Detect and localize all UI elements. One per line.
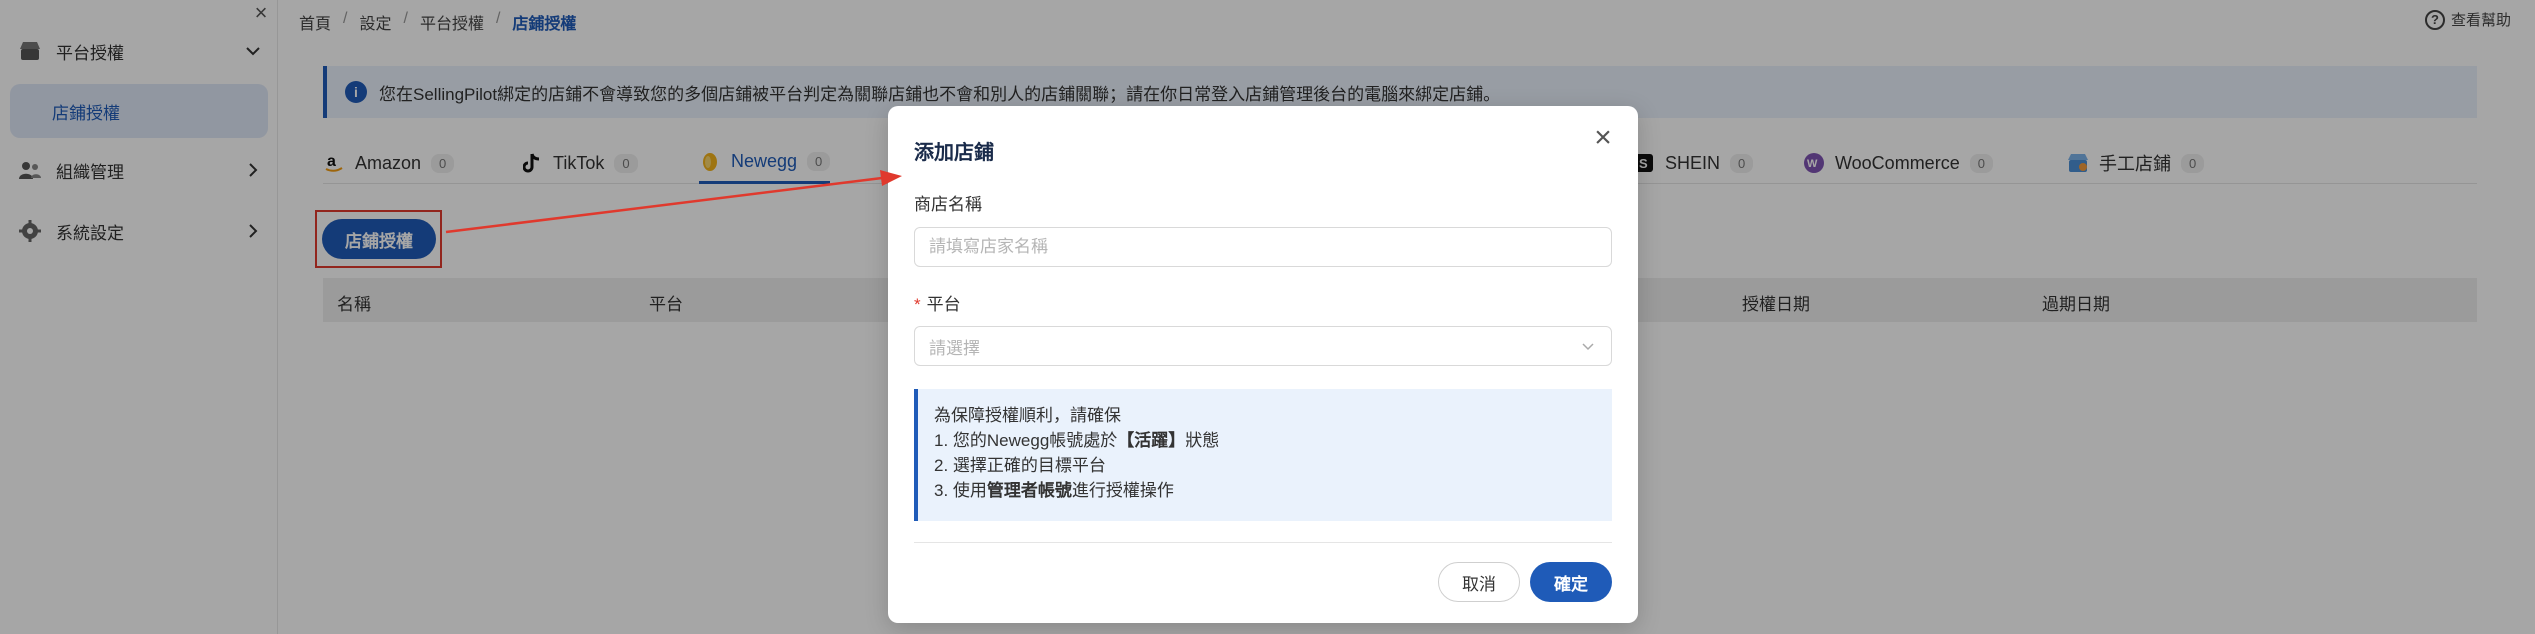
chevron-down-icon	[1582, 343, 1594, 351]
tip-bold: 【活躍】	[1117, 431, 1186, 450]
store-name-label: 商店名稱	[914, 195, 982, 214]
store-name-input[interactable]	[914, 227, 1612, 267]
add-store-dialog: 添加店鋪 × 商店名稱 * 平台 請選擇 為保障授權順利，請確保 1. 您的New…	[888, 106, 1638, 623]
platform-select-placeholder: 請選擇	[929, 338, 980, 358]
platform-label: * 平台	[914, 290, 961, 315]
dialog-title: 添加店鋪	[914, 142, 994, 164]
tips-box: 為保障授權順利，請確保 1. 您的Newegg帳號處於【活躍】狀態 2. 選擇正…	[914, 389, 1612, 521]
tip-text: 狀態	[1185, 431, 1220, 450]
cancel-button[interactable]: 取消	[1438, 562, 1520, 602]
tip-item: 3. 使用管理者帳號進行授權操作	[934, 478, 1596, 503]
tip-text: 1. 您的Newegg帳號處於	[934, 431, 1118, 450]
tip-bold: 管理者帳號	[986, 481, 1072, 500]
tip-text: 3. 使用	[934, 481, 987, 500]
tips-title: 為保障授權順利，請確保	[934, 406, 1121, 425]
confirm-button[interactable]: 確定	[1530, 562, 1612, 602]
tip-text: 進行授權操作	[1071, 481, 1174, 500]
divider	[914, 542, 1612, 543]
close-icon[interactable]: ×	[1590, 123, 1616, 153]
tip-item: 1. 您的Newegg帳號處於【活躍】狀態	[934, 428, 1596, 453]
required-mark: *	[914, 295, 921, 314]
tip-item: 2. 選擇正確的目標平台	[934, 456, 1106, 475]
platform-label-text: 平台	[926, 295, 961, 314]
platform-select[interactable]: 請選擇	[914, 326, 1612, 366]
